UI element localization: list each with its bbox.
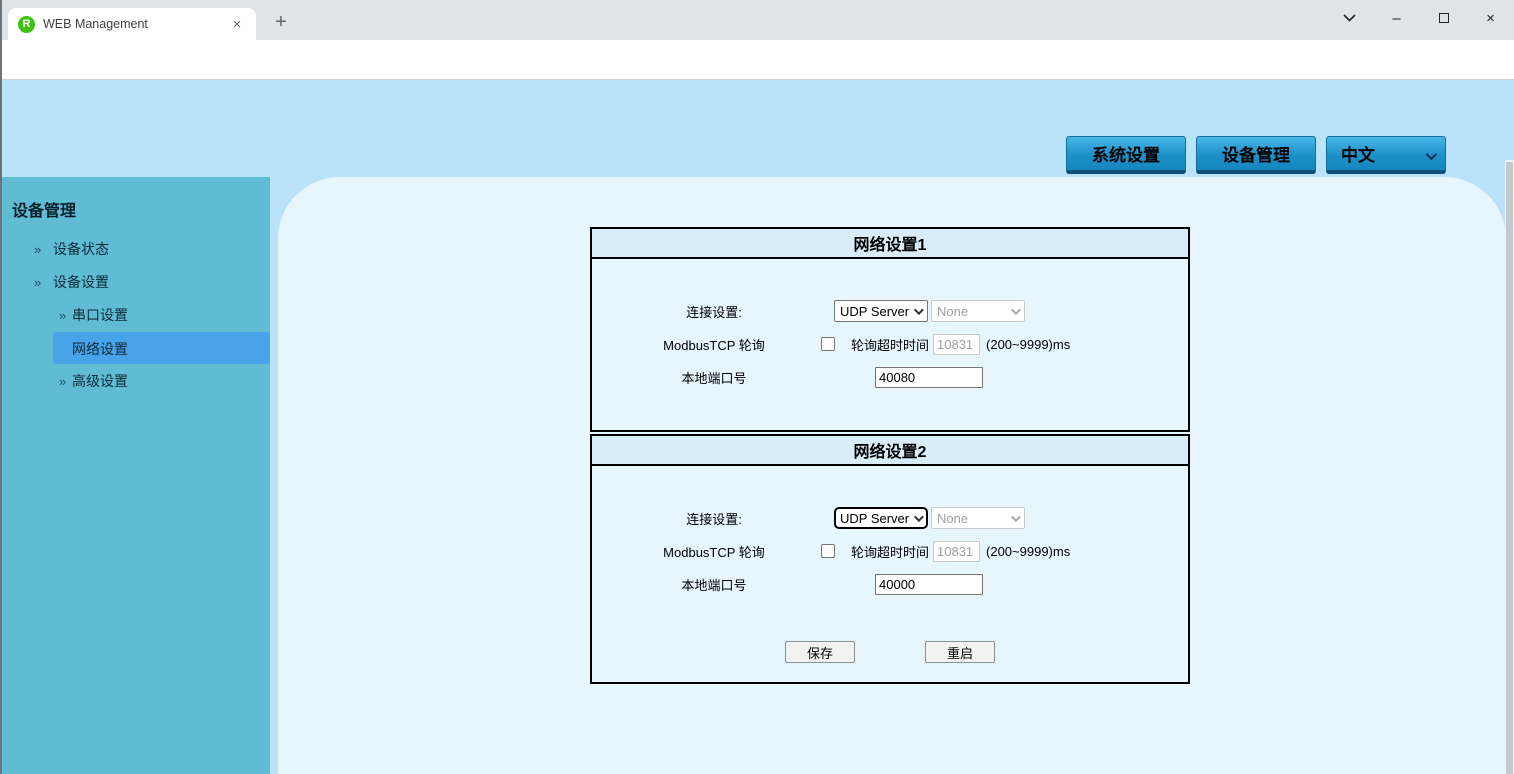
connection-settings-row: 连接设置: UDP Server None <box>592 299 1188 323</box>
sidebar-item-label: 设备设置 <box>53 274 109 290</box>
page-background: 系统设置 设备管理 中文 设备管理 » 设备状态 » 设备设置 » 串口设置 网… <box>0 80 1514 774</box>
sidebar-item-serial-settings[interactable]: » 串口设置 <box>0 299 270 331</box>
chevron-down-icon <box>913 511 924 522</box>
tab-strip: R WEB Management × + – × <box>0 0 1514 40</box>
sidebar-item-device-settings[interactable]: » 设备设置 <box>0 266 270 298</box>
modbus-poll-row: ModbusTCP 轮询 轮询超时时间 (200~9999)ms <box>592 332 1188 356</box>
sidebar: 设备管理 » 设备状态 » 设备设置 » 串口设置 网络设置 » 高级设置 <box>0 177 270 774</box>
window-left-edge <box>0 0 2 774</box>
sidebar-item-device-status[interactable]: » 设备状态 <box>0 233 270 265</box>
network-settings-1-panel: 网络设置1 连接设置: UDP Server None ModbusTCP 轮询… <box>590 227 1190 432</box>
local-port-row: 本地端口号 <box>592 572 1188 596</box>
local-port-input[interactable] <box>875 366 983 388</box>
chevron-down-icon <box>913 304 924 315</box>
arrow-icon: » <box>59 373 67 389</box>
scrollbar-thumb[interactable] <box>1506 162 1513 774</box>
tab-search-chevron-icon[interactable] <box>1326 0 1373 36</box>
poll-timeout-range-hint: (200~9999)ms <box>986 543 1071 559</box>
maximize-icon <box>1438 13 1449 23</box>
panel-title: 网络设置1 <box>592 229 1188 259</box>
poll-timeout-input <box>933 540 981 562</box>
connection-settings-label: 连接设置: <box>686 511 742 527</box>
language-select[interactable]: 中文 <box>1326 136 1446 174</box>
page-scrollbar[interactable] <box>1505 160 1514 774</box>
browser-tab[interactable]: R WEB Management × <box>8 8 256 40</box>
arrow-icon: » <box>34 241 42 257</box>
window-maximize-button[interactable] <box>1420 0 1467 36</box>
tab-close-icon[interactable]: × <box>228 15 246 33</box>
panel-title: 网络设置2 <box>592 436 1188 466</box>
connection-settings-row: 连接设置: UDP Server None <box>592 506 1188 530</box>
window-minimize-button[interactable]: – <box>1373 0 1420 36</box>
network-settings-form: 网络设置1 连接设置: UDP Server None ModbusTCP 轮询… <box>590 227 1190 684</box>
language-select-value: 中文 <box>1341 146 1375 165</box>
arrow-icon: » <box>34 274 42 290</box>
chevron-down-icon <box>1010 511 1021 522</box>
modbus-poll-checkbox[interactable] <box>821 337 835 351</box>
sidebar-item-advanced-settings[interactable]: » 高级设置 <box>0 365 270 397</box>
save-button[interactable]: 保存 <box>785 641 855 663</box>
network-settings-2-panel: 网络设置2 连接设置: UDP Server None ModbusTCP 轮询… <box>590 434 1190 684</box>
modbus-poll-label: ModbusTCP 轮询 <box>663 337 765 353</box>
connection-secondary-select: None <box>931 507 1025 529</box>
site-favicon-icon: R <box>18 15 35 33</box>
connection-type-value: UDP Server <box>840 510 910 526</box>
form-actions-row: 保存 重启 <box>592 641 1188 663</box>
local-port-row: 本地端口号 <box>592 365 1188 389</box>
poll-timeout-range-hint: (200~9999)ms <box>986 336 1071 352</box>
browser-toolbar: ← → ⚠ 不安全 192.168.0.148/html/DeviceSet.h… <box>0 40 1514 115</box>
connection-secondary-value: None <box>937 510 969 526</box>
sidebar-item-label: 网络设置 <box>72 341 128 357</box>
local-port-label: 本地端口号 <box>681 370 747 386</box>
connection-secondary-select: None <box>931 300 1025 322</box>
connection-settings-label: 连接设置: <box>686 304 742 320</box>
sidebar-item-network-settings[interactable]: 网络设置 <box>53 332 270 364</box>
sidebar-title: 设备管理 <box>12 203 77 220</box>
device-management-button[interactable]: 设备管理 <box>1196 136 1316 174</box>
connection-type-value: UDP Server <box>840 303 910 319</box>
content-panel: 网络设置1 连接设置: UDP Server None ModbusTCP 轮询… <box>278 177 1506 774</box>
connection-secondary-value: None <box>937 303 969 319</box>
poll-timeout-label: 轮询超时时间 <box>851 337 930 353</box>
arrow-icon: » <box>59 307 67 323</box>
tab-title: WEB Management <box>43 17 148 31</box>
poll-timeout-label: 轮询超时时间 <box>851 544 930 560</box>
sidebar-item-label: 高级设置 <box>72 373 128 389</box>
system-settings-button[interactable]: 系统设置 <box>1066 136 1186 174</box>
local-port-label: 本地端口号 <box>681 577 747 593</box>
connection-type-select[interactable]: UDP Server <box>834 507 928 529</box>
sidebar-item-label: 串口设置 <box>72 307 128 323</box>
modbus-poll-label: ModbusTCP 轮询 <box>663 544 765 560</box>
new-tab-button[interactable]: + <box>268 9 294 35</box>
window-controls: – × <box>1326 0 1514 36</box>
poll-timeout-input <box>933 333 981 355</box>
restart-button[interactable]: 重启 <box>925 641 995 663</box>
modbus-poll-checkbox[interactable] <box>821 544 835 558</box>
local-port-input[interactable] <box>875 573 983 595</box>
window-close-button[interactable]: × <box>1467 0 1514 36</box>
chevron-down-icon <box>1425 148 1438 161</box>
connection-type-select[interactable]: UDP Server <box>834 300 928 322</box>
sidebar-item-label: 设备状态 <box>53 241 109 257</box>
modbus-poll-row: ModbusTCP 轮询 轮询超时时间 (200~9999)ms <box>592 539 1188 563</box>
chevron-down-icon <box>1010 304 1021 315</box>
